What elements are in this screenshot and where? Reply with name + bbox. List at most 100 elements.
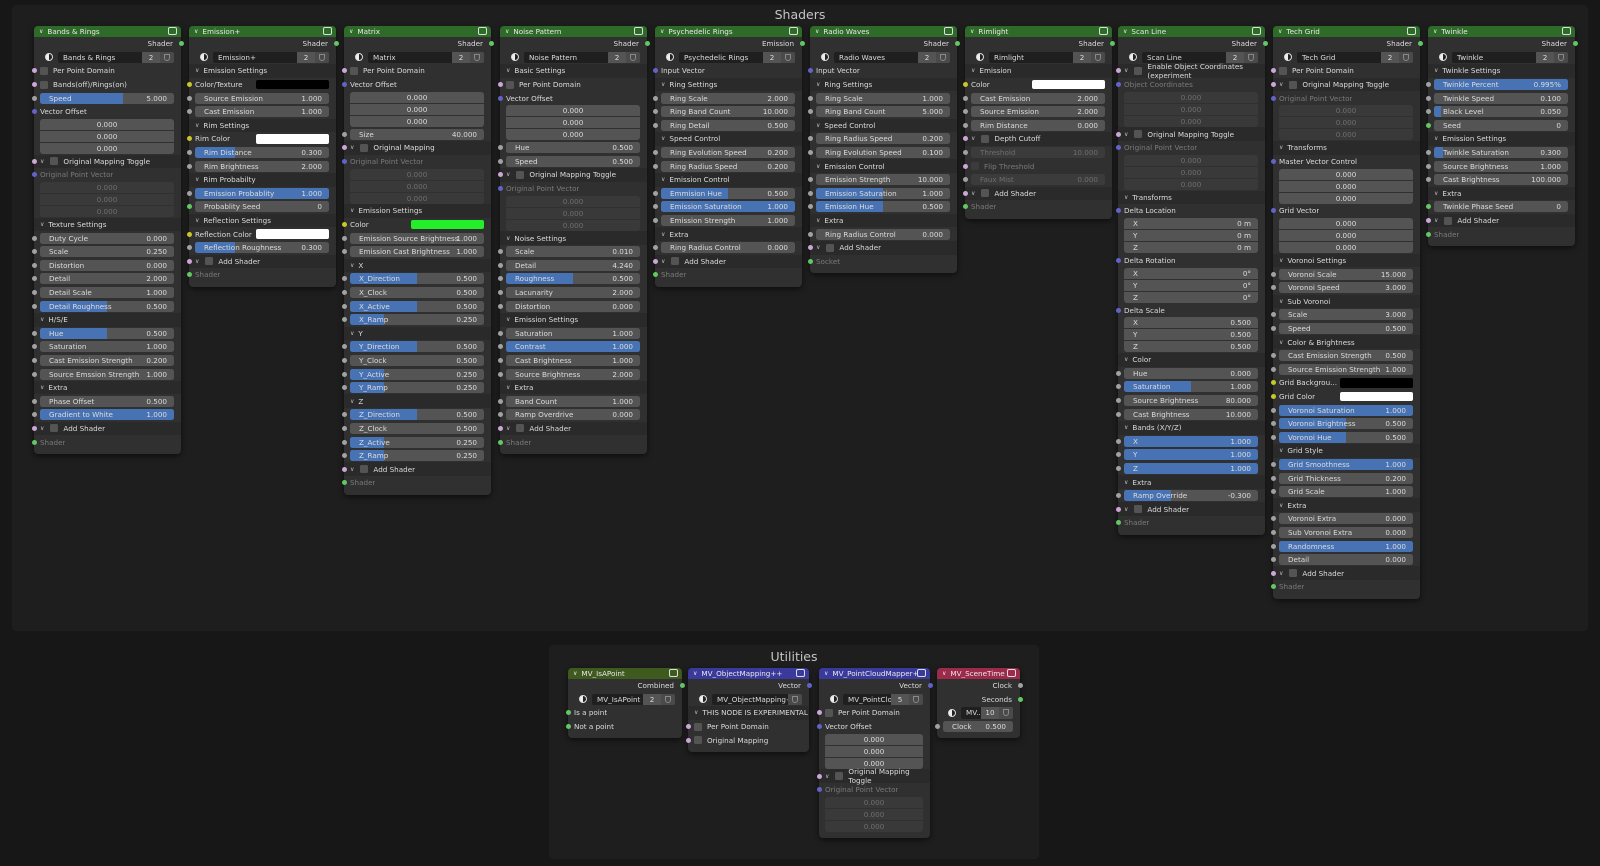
- vector-component-field[interactable]: 0.000: [506, 219, 640, 231]
- chevron-down-icon[interactable]: ∨: [1124, 506, 1128, 513]
- vector-component-field[interactable]: 0.000: [1124, 167, 1258, 179]
- panel-header-original-mapping-toggle[interactable]: ∨ Original Mapping Toggle: [497, 168, 647, 182]
- socket-gray-icon[interactable]: [1270, 326, 1276, 332]
- socket-green-icon[interactable]: [497, 439, 503, 445]
- datablock-name-field[interactable]: Tech Grid: [1297, 51, 1381, 64]
- socket-purple-icon[interactable]: [1115, 145, 1121, 151]
- socket-gray-icon[interactable]: [186, 95, 192, 101]
- node-group-icon[interactable]: [1562, 27, 1571, 35]
- panel-header-emission-control[interactable]: ∨ Emission Control: [655, 172, 802, 187]
- panel-header-add-shader[interactable]: ∨ Add Shader: [1425, 213, 1575, 228]
- node-header[interactable]: ∨ Radio Waves: [810, 26, 957, 37]
- socket-yellow-icon[interactable]: [186, 82, 192, 88]
- socket-pink-icon[interactable]: [685, 737, 691, 743]
- user-count[interactable]: 2: [1381, 51, 1399, 64]
- slider-rim-distance[interactable]: Rim Distance 0.000: [971, 119, 1105, 131]
- user-count[interactable]: 2: [297, 51, 315, 64]
- socket-pink-icon[interactable]: [1425, 218, 1431, 224]
- chevron-down-icon[interactable]: ∨: [1124, 424, 1128, 431]
- slider-cast-brightness[interactable]: Cast Brightness 1.000: [506, 354, 640, 366]
- socket-green-icon[interactable]: [341, 480, 347, 486]
- panel-header-transforms[interactable]: ∨ Transforms: [1118, 190, 1265, 205]
- socket-green-icon[interactable]: [333, 41, 339, 47]
- slider-ring-detail[interactable]: Ring Detail 0.500: [661, 119, 795, 131]
- node-header[interactable]: ∨ Tech Grid: [1273, 26, 1420, 37]
- chevron-down-icon[interactable]: ∨: [506, 425, 510, 432]
- socket-pink-icon[interactable]: [186, 258, 192, 264]
- panel-toggle-checkbox[interactable]: [981, 189, 990, 198]
- socket-purple-icon[interactable]: [816, 787, 822, 793]
- socket-gray-icon[interactable]: [1115, 465, 1121, 471]
- socket-purple-icon[interactable]: [1115, 82, 1121, 88]
- node-group-datablock[interactable]: Psychedelic Rings 2: [661, 51, 795, 64]
- fake-user-shield-icon[interactable]: [315, 51, 329, 64]
- checkbox[interactable]: [825, 708, 833, 717]
- node-radio-waves[interactable]: ∨ Radio Waves Shader Radio Waves 2 Input Vect…: [807, 26, 960, 274]
- user-count[interactable]: 2: [608, 51, 626, 64]
- node-group-icon[interactable]: [1252, 27, 1261, 35]
- chevron-down-icon[interactable]: ∨: [816, 122, 820, 129]
- datablock-name-field[interactable]: Emission+: [213, 51, 297, 64]
- panel-header-this-node-is-experimental[interactable]: ∨ THIS NODE IS EXPERIMENTAL: [688, 706, 809, 720]
- chevron-down-icon[interactable]: ∨: [350, 466, 354, 473]
- vector-component-field[interactable]: X 0.500: [1124, 317, 1258, 329]
- panel-header-emission[interactable]: ∨ Emission: [965, 64, 1112, 78]
- checkbox[interactable]: [694, 722, 702, 731]
- panel-header-add-shader[interactable]: ∨ Add Shader: [497, 421, 647, 436]
- slider-voronoi-speed[interactable]: Voronoi Speed 3.000: [1279, 282, 1413, 294]
- socket-gray-icon[interactable]: [186, 109, 192, 115]
- sphere-browse-icon[interactable]: [350, 52, 368, 64]
- node-group-datablock[interactable]: MV...10: [943, 707, 1013, 719]
- vector-component-field[interactable]: 0.000: [1279, 218, 1413, 230]
- socket-gray-icon[interactable]: [31, 412, 37, 418]
- datablock-name-field[interactable]: MV_IsAPoint: [592, 693, 643, 706]
- vector-component-field[interactable]: 0.000: [825, 797, 923, 809]
- socket-gray-icon[interactable]: [31, 398, 37, 404]
- slider-lacunarity[interactable]: Lacunarity 2.000: [506, 287, 640, 299]
- chevron-down-icon[interactable]: ∨: [1124, 194, 1128, 201]
- slider-cast-emission[interactable]: Cast Emission 1.000: [195, 106, 329, 118]
- collapse-chevron-icon[interactable]: ∨: [505, 28, 509, 35]
- slider-y-ramp[interactable]: Y_Ramp 0.250: [350, 382, 484, 394]
- panel-header-extra[interactable]: ∨ Extra: [1118, 475, 1265, 489]
- panel-header-twinkle-settings[interactable]: ∨ Twinkle Settings: [1428, 64, 1575, 78]
- node-group-icon[interactable]: [1099, 27, 1108, 35]
- node-group-datablock[interactable]: Radio Waves 2: [816, 51, 950, 64]
- chevron-down-icon[interactable]: ∨: [971, 135, 975, 142]
- checkbox[interactable]: [694, 736, 702, 745]
- socket-gray-icon[interactable]: [1425, 95, 1431, 101]
- color-swatch[interactable]: [1339, 391, 1413, 402]
- checkbox[interactable]: [40, 66, 48, 75]
- collapse-chevron-icon[interactable]: ∨: [1278, 28, 1282, 35]
- collapse-chevron-icon[interactable]: ∨: [1123, 28, 1127, 35]
- slider-emission-strength[interactable]: Emission Strength 1.000: [661, 215, 795, 227]
- socket-gray-icon[interactable]: [652, 218, 658, 224]
- socket-gray-icon[interactable]: [341, 439, 347, 445]
- slider-sub-voronoi-extra[interactable]: Sub Voronoi Extra 0.000: [1279, 526, 1413, 538]
- socket-gray-icon[interactable]: [186, 150, 192, 156]
- panel-toggle-checkbox[interactable]: [50, 157, 59, 166]
- fake-user-shield-icon[interactable]: [626, 51, 640, 64]
- vector-component-field[interactable]: 0.000: [350, 180, 484, 192]
- vector-component-field[interactable]: 0.000: [40, 131, 174, 143]
- node-group-datablock[interactable]: Matrix 2: [350, 51, 484, 64]
- node-group-icon[interactable]: [323, 27, 332, 35]
- vector-component-field[interactable]: 0.000: [350, 192, 484, 204]
- slider-scale[interactable]: Scale 0.250: [40, 246, 174, 258]
- chevron-down-icon[interactable]: ∨: [661, 135, 665, 142]
- chevron-down-icon[interactable]: ∨: [1279, 257, 1283, 264]
- slider-black-level[interactable]: Black Level 0.050: [1434, 106, 1568, 118]
- chevron-down-icon[interactable]: ∨: [195, 122, 199, 129]
- panel-header-extra[interactable]: ∨ Extra: [500, 380, 647, 395]
- slider-ring-band-count[interactable]: Ring Band Count 5.000: [816, 106, 950, 118]
- panel-header-y[interactable]: ∨ Y: [344, 326, 491, 341]
- chevron-down-icon[interactable]: ∨: [1434, 217, 1438, 224]
- checkbox[interactable]: [350, 66, 358, 75]
- slider-twinkle-speed[interactable]: Twinkle Speed 0.100: [1434, 92, 1568, 104]
- slider-detail-scale[interactable]: Detail Scale 1.000: [40, 287, 174, 299]
- chevron-down-icon[interactable]: ∨: [1434, 190, 1438, 197]
- socket-green-icon[interactable]: [178, 41, 184, 47]
- socket-gray-icon[interactable]: [341, 385, 347, 391]
- socket-gray-icon[interactable]: [1425, 177, 1431, 183]
- fake-user-shield-icon[interactable]: [661, 693, 675, 706]
